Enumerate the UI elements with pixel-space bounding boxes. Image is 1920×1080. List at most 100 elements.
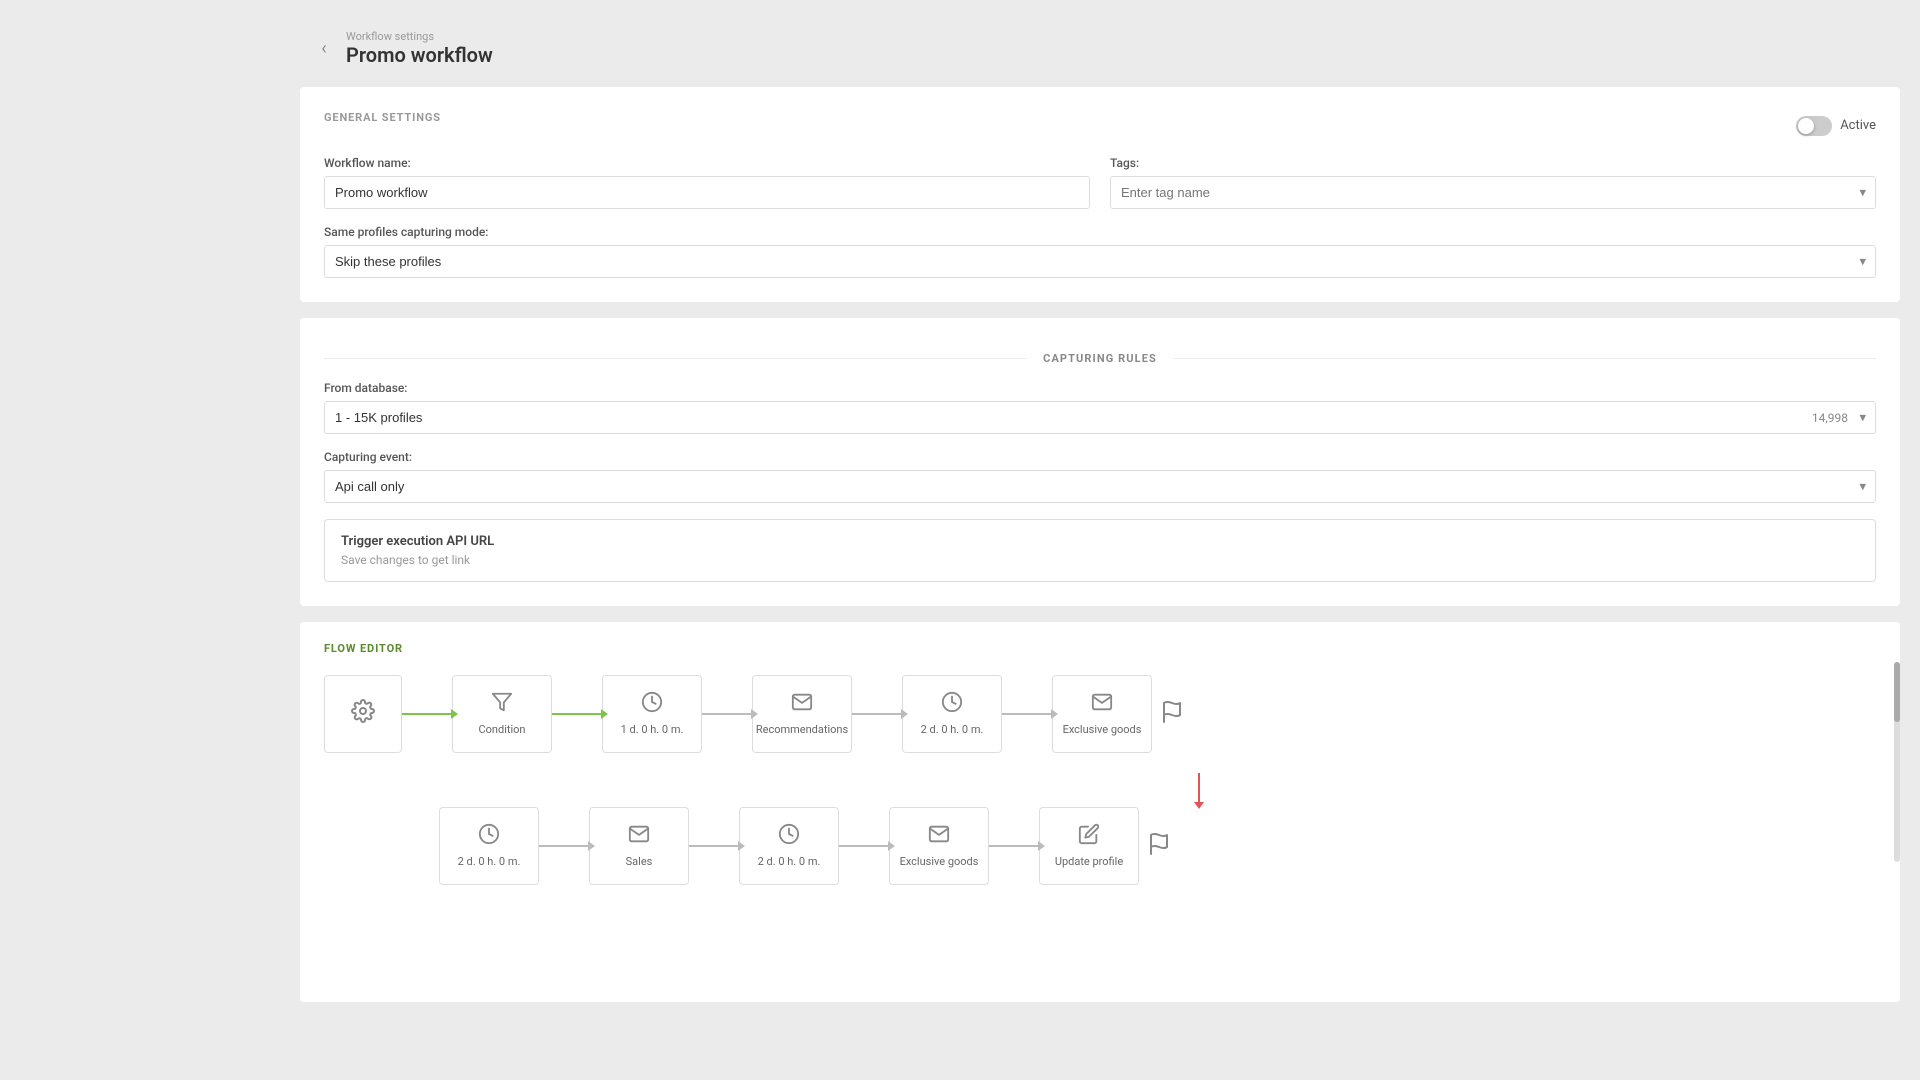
sales-label: Sales — [626, 855, 653, 869]
capturing-event-select[interactable]: Api call only — [324, 470, 1876, 503]
capturing-event-group: Capturing event: Api call only — [324, 450, 1876, 503]
capturing-event-label: Capturing event: — [324, 450, 1876, 464]
delay2-node[interactable]: 2 d. 0 h. 0 m. — [902, 675, 1002, 753]
update-profile-node[interactable]: Update profile — [1039, 807, 1139, 885]
clock-icon-4 — [778, 823, 800, 849]
exclusive1-label: Exclusive goods — [1063, 723, 1142, 737]
same-profiles-label: Same profiles capturing mode: — [324, 225, 1876, 239]
general-settings-panel: GENERAL SETTINGS Active Workflow name: T… — [300, 87, 1900, 302]
flow-row-2: 2 d. 0 h. 0 m. Sales — [324, 807, 1876, 885]
capturing-rules-panel: CAPTURING RULES From database: 1 - 15K p… — [300, 318, 1900, 606]
page-header: ‹ Workflow settings Promo workflow — [300, 20, 1920, 87]
gray-arrow-line-6 — [839, 845, 889, 847]
same-profiles-group: Same profiles capturing mode: Skip these… — [324, 225, 1876, 278]
delay2-label: 2 d. 0 h. 0 m. — [921, 723, 984, 737]
general-settings-label: GENERAL SETTINGS — [324, 111, 441, 124]
red-down-arrow — [522, 773, 1876, 803]
update-profile-label: Update profile — [1055, 855, 1123, 869]
page-title: Promo workflow — [346, 43, 493, 67]
flag2-icon — [1147, 832, 1171, 860]
edit-icon — [1078, 823, 1100, 849]
from-database-select-wrapper: 1 - 15K profiles 14,998 ▾ — [324, 401, 1876, 434]
from-database-label: From database: — [324, 381, 1876, 395]
recommendations-node[interactable]: Recommendations — [752, 675, 852, 753]
delay3-node[interactable]: 2 d. 0 h. 0 m. — [439, 807, 539, 885]
workflow-name-input[interactable] — [324, 176, 1090, 209]
arrow-recommendations-delay2 — [852, 713, 902, 715]
arrow-delay2-exclusive1 — [1002, 713, 1052, 715]
condition-node[interactable]: Condition — [452, 675, 552, 753]
gear-icon — [351, 699, 375, 729]
arrow-sales-delay4 — [689, 845, 739, 847]
gray-arrow-line-4 — [539, 845, 589, 847]
exclusive1-node[interactable]: Exclusive goods — [1052, 675, 1152, 753]
arrow-start-condition — [402, 713, 452, 715]
workflow-name-tags-row: Workflow name: Tags: — [324, 156, 1876, 209]
scroll-thumb — [1894, 662, 1900, 722]
gray-arrow-line-5 — [689, 845, 739, 847]
workflow-name-group: Workflow name: — [324, 156, 1090, 209]
gray-arrow-line-7 — [989, 845, 1039, 847]
api-url-subtitle: Save changes to get link — [341, 553, 1859, 567]
red-down-arrow-container — [472, 773, 1876, 803]
arrow-exclusive2-update — [989, 845, 1039, 847]
delay4-node[interactable]: 2 d. 0 h. 0 m. — [739, 807, 839, 885]
main-content: ‹ Workflow settings Promo workflow GENER… — [300, 0, 1920, 1080]
scroll-indicator[interactable] — [1894, 662, 1900, 862]
exclusive2-node[interactable]: Exclusive goods — [889, 807, 989, 885]
email-icon-2 — [1091, 691, 1113, 717]
delay3-label: 2 d. 0 h. 0 m. — [458, 855, 521, 869]
clock-icon-3 — [478, 823, 500, 849]
flow-editor-label: FLOW EDITOR — [324, 642, 1876, 655]
toggle-thumb — [1798, 118, 1814, 134]
email-icon-1 — [791, 691, 813, 717]
arrow-delay3-sales — [539, 845, 589, 847]
arrow-delay4-exclusive2 — [839, 845, 889, 847]
header-titles: Workflow settings Promo workflow — [346, 30, 493, 67]
gray-arrow-line-3 — [1002, 713, 1052, 715]
divider-line-right — [1173, 358, 1876, 359]
back-button[interactable]: ‹ — [310, 35, 338, 63]
flow-editor-panel: FLOW EDITOR — [300, 622, 1900, 1002]
active-toggle-group: Active — [1796, 116, 1876, 136]
start-node[interactable] — [324, 675, 402, 753]
workflow-name-label: Workflow name: — [324, 156, 1090, 170]
tags-label: Tags: — [1110, 156, 1876, 170]
flag1-icon — [1160, 700, 1184, 728]
delay1-node[interactable]: 1 d. 0 h. 0 m. — [602, 675, 702, 753]
from-database-select[interactable]: 1 - 15K profiles — [324, 401, 1876, 434]
capturing-event-select-wrapper: Api call only — [324, 470, 1876, 503]
capturing-rules-label: CAPTURING RULES — [1027, 352, 1173, 365]
divider-line-left — [324, 358, 1027, 359]
delay4-label: 2 d. 0 h. 0 m. — [758, 855, 821, 869]
same-profiles-select[interactable]: Skip these profiles Update profiles Add … — [324, 245, 1876, 278]
red-arrow-vertical — [1198, 773, 1200, 803]
exclusive2-label: Exclusive goods — [900, 855, 979, 869]
filter-icon — [491, 691, 513, 717]
flow-row-1: Condition 1 d. 0 h. 0 m. — [324, 675, 1876, 753]
breadcrumb: Workflow settings — [346, 30, 493, 43]
arrow-delay1-recommendations — [702, 713, 752, 715]
tags-input-wrapper — [1110, 176, 1876, 209]
gray-arrow-line-2 — [852, 713, 902, 715]
api-url-title: Trigger execution API URL — [341, 534, 1859, 549]
sales-node[interactable]: Sales — [589, 807, 689, 885]
flag2-node[interactable] — [1139, 807, 1179, 885]
green-arrow-line — [402, 713, 452, 715]
condition-label: Condition — [478, 723, 525, 737]
clock-icon-2 — [941, 691, 963, 717]
capturing-rules-divider: CAPTURING RULES — [324, 352, 1876, 365]
flag1-node[interactable] — [1152, 675, 1192, 753]
api-url-box: Trigger execution API URL Save changes t… — [324, 519, 1876, 582]
email-icon-3 — [628, 823, 650, 849]
active-toggle[interactable] — [1796, 116, 1832, 136]
same-profiles-row: Same profiles capturing mode: Skip these… — [324, 225, 1876, 278]
active-toggle-label: Active — [1840, 118, 1876, 133]
same-profiles-select-wrapper: Skip these profiles Update profiles Add … — [324, 245, 1876, 278]
green-arrow-line-2 — [552, 713, 602, 715]
db-count-badge: 14,998 — [1812, 411, 1848, 425]
tags-input[interactable] — [1110, 176, 1876, 209]
tags-group: Tags: — [1110, 156, 1876, 209]
recommendations-label: Recommendations — [756, 723, 848, 737]
from-database-group: From database: 1 - 15K profiles 14,998 ▾ — [324, 381, 1876, 434]
